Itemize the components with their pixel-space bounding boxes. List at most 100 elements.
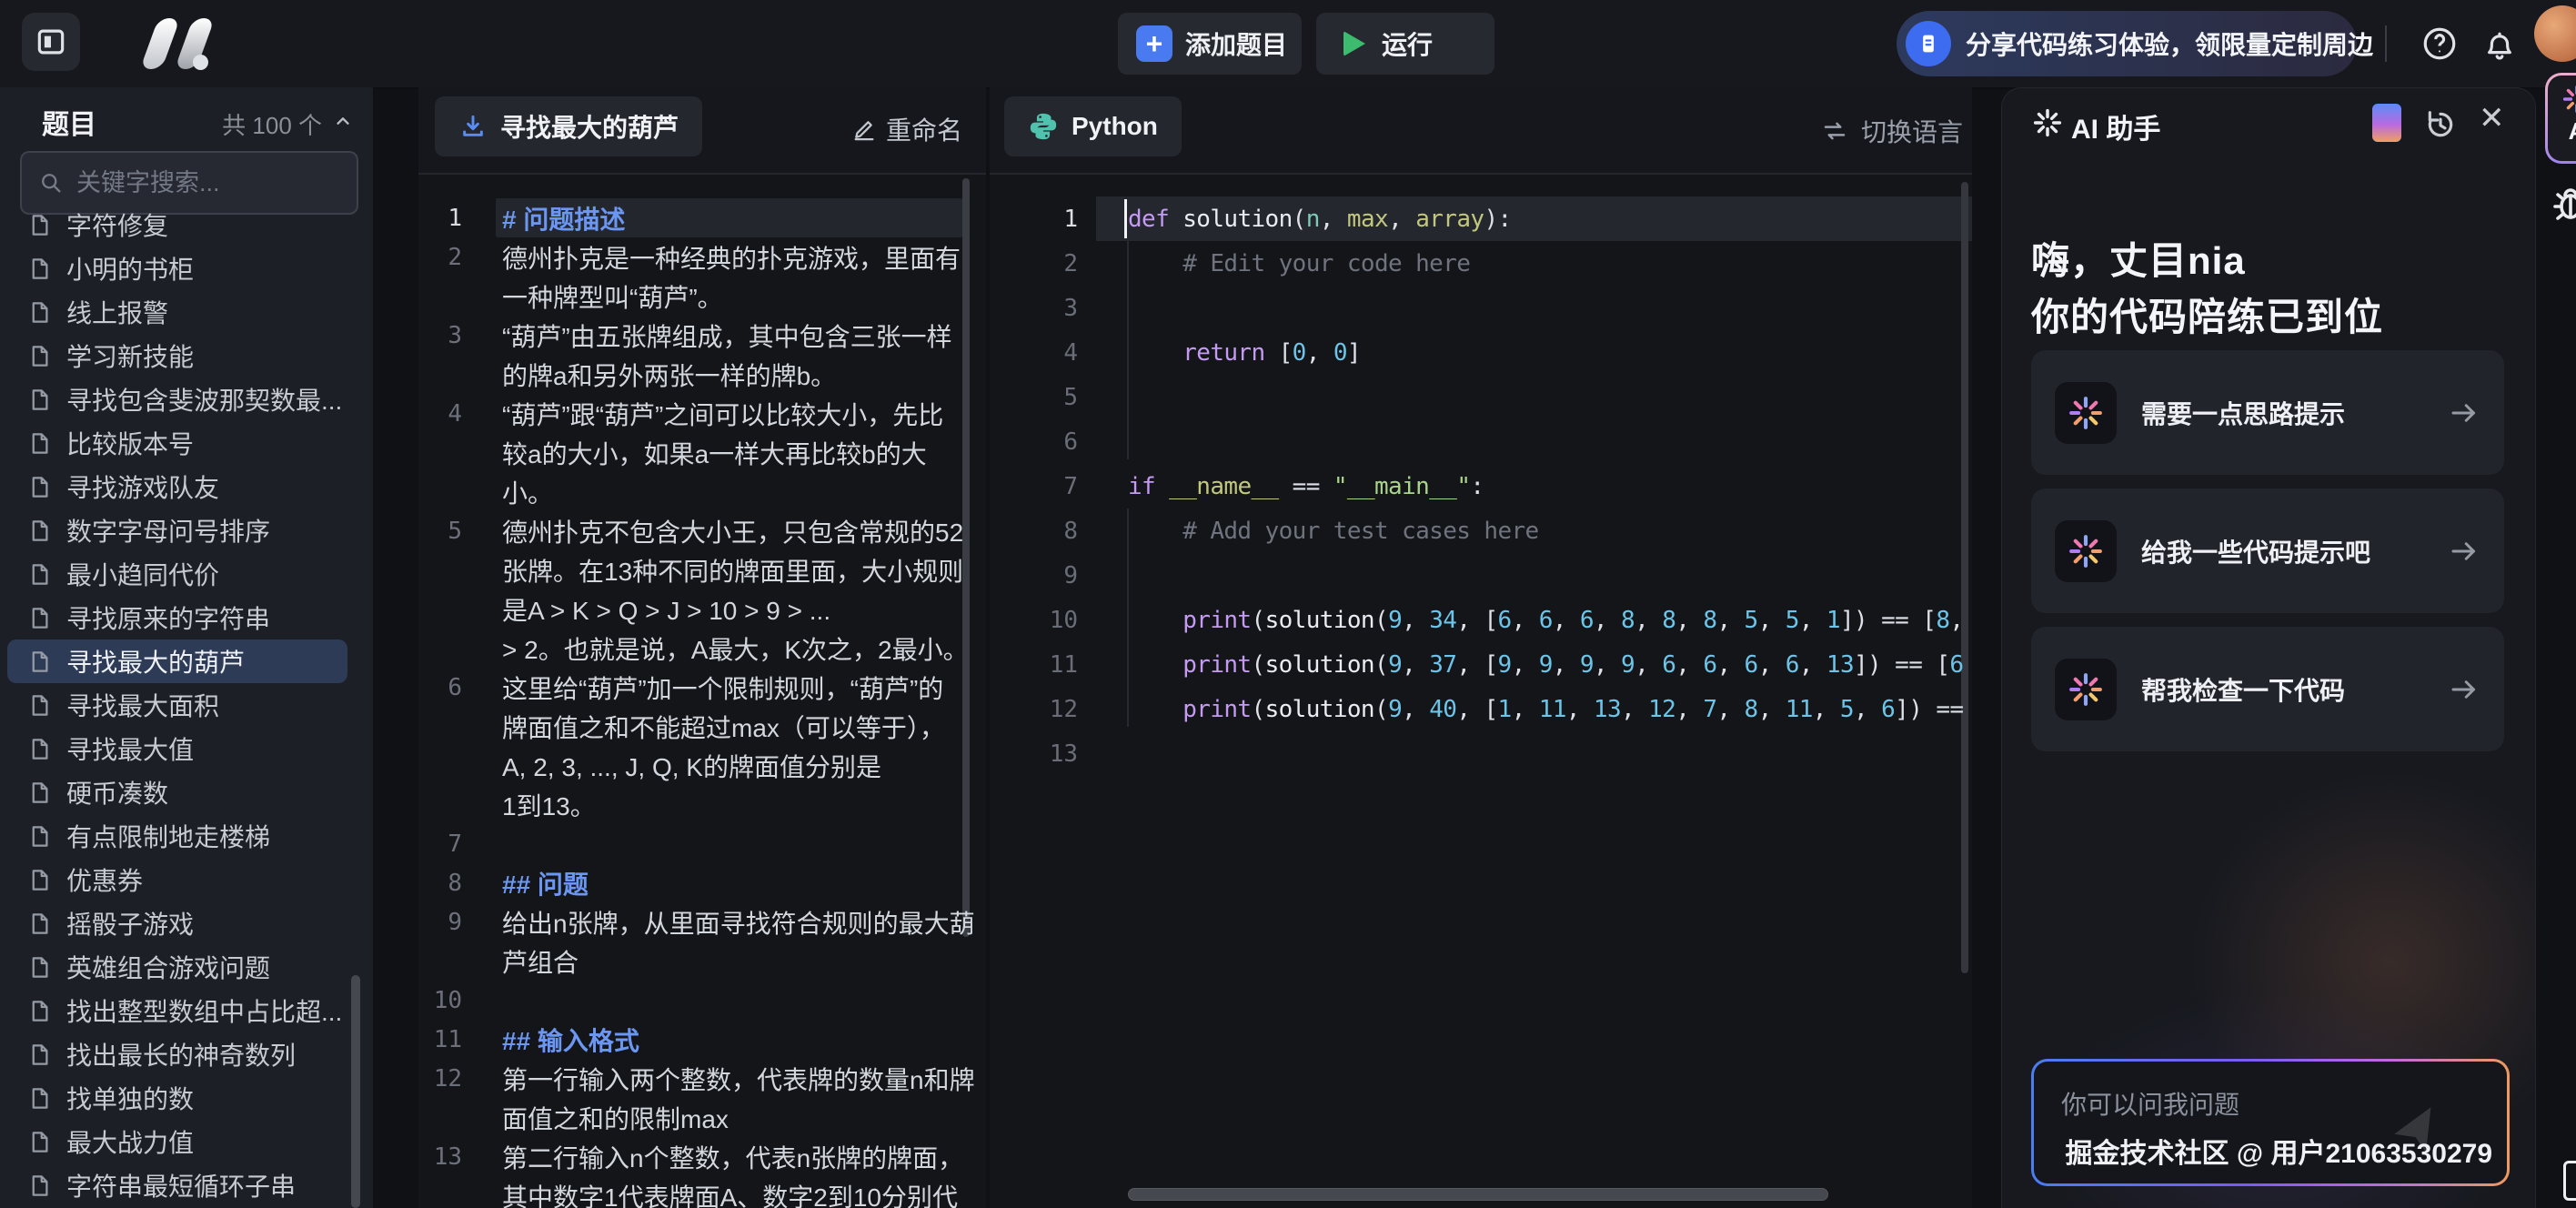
sidebar-item[interactable]: 最小趋同代价 — [7, 552, 347, 596]
language-tab[interactable]: Python — [1004, 96, 1182, 156]
question-tab-title: 寻找最大的葫芦 — [500, 108, 679, 145]
sidebar-item[interactable]: 硬币凑数 — [7, 770, 347, 814]
sidebar-item[interactable]: 数字字母问号排序 — [7, 508, 347, 552]
question-line: 小。 — [418, 472, 986, 511]
collapse-chevron-up-icon[interactable] — [331, 109, 355, 133]
question-editor[interactable]: 1# 问题描述2德州扑克是一种经典的扑克游戏，里面有一种牌型叫“葫芦”。3“葫芦… — [418, 175, 986, 1208]
swap-arrows-icon — [1821, 117, 1848, 145]
sidebar-item[interactable]: 字符串最短循环子串 — [7, 1163, 347, 1207]
ai-suggestion-card[interactable]: 需要一点思路提示 — [2031, 350, 2504, 475]
add-question-button[interactable]: + 添加题目 — [1118, 13, 1302, 75]
line-number: 9 — [990, 562, 1078, 589]
sidebar-toggle-button[interactable] — [22, 13, 80, 71]
doc-icon — [27, 1086, 52, 1111]
run-button[interactable]: 运行 — [1316, 13, 1494, 75]
line-number: 9 — [418, 909, 462, 936]
line-number: 10 — [418, 987, 462, 1014]
question-tab[interactable]: 寻找最大的葫芦 — [435, 96, 702, 156]
code-line: 12 print(solution(9, 40, [1, 11, 13, 12,… — [990, 687, 1972, 731]
question-text: 牌面值之和不能超过max（可以等于）， — [502, 709, 945, 745]
close-icon[interactable]: ✕ — [2479, 103, 2505, 134]
help-button[interactable] — [2416, 20, 2463, 67]
line-number: 4 — [990, 339, 1078, 367]
code-editor[interactable]: 1def solution(n, max, array):2 # Edit yo… — [990, 175, 1972, 1208]
app-logo[interactable] — [136, 16, 236, 73]
code-line: 7if __name__ == "__main__": — [990, 464, 1972, 508]
rename-label: 重命名 — [886, 111, 962, 147]
sidebar-item[interactable]: 找单独的数 — [7, 1076, 347, 1120]
question-scrollbar[interactable] — [962, 178, 970, 937]
line-number: 6 — [418, 674, 462, 701]
add-question-label: 添加题目 — [1185, 25, 1287, 62]
promo-banner[interactable]: 分享代码练习体验，领限量定制周边 — [1897, 11, 2357, 76]
code-text: # Add your test cases here — [1128, 518, 1539, 545]
sidebar-item-label: 摇骰子游戏 — [66, 905, 194, 941]
notifications-button[interactable] — [2476, 20, 2523, 67]
line-number: 8 — [418, 870, 462, 897]
code-line: 4 return [0, 0] — [990, 330, 1972, 375]
sidebar-item[interactable]: 寻找包含斐波那契数最... — [7, 378, 347, 421]
sidebar-item-label: 学习新技能 — [66, 337, 194, 374]
sidebar-item[interactable]: 有点限制地走楼梯 — [7, 814, 347, 858]
sidebar-item[interactable]: 字符修复 — [7, 203, 347, 247]
sidebar-scrollbar[interactable] — [351, 975, 360, 1208]
question-text: 德州扑克不包含大小王，只包含常规的52 — [502, 513, 963, 549]
sidebar-item[interactable]: 比较版本号 — [7, 421, 347, 465]
sidebar-item[interactable]: 优惠券 — [7, 858, 347, 901]
avatar[interactable] — [2534, 5, 2576, 62]
ai-suggestion-label: 需要一点思路提示 — [2141, 395, 2345, 431]
sidebar-item[interactable]: 寻找游戏队友 — [7, 465, 347, 508]
sidebar-item[interactable]: 线上报警 — [7, 290, 347, 334]
history-button[interactable] — [2422, 106, 2459, 143]
ai-suggestion-card[interactable]: 给我一些代码提示吧 — [2031, 488, 2504, 613]
theme-gradient-swatch[interactable] — [2372, 104, 2401, 142]
sidebar-item[interactable]: 找出最长的神奇数列 — [7, 1032, 347, 1076]
sidebar-item[interactable]: 小明的书柜 — [7, 247, 347, 290]
doc-icon — [27, 693, 52, 718]
ai-floating-button[interactable]: A — [2545, 73, 2576, 164]
rename-button[interactable]: 重命名 — [851, 111, 962, 147]
question-text: “葫芦”跟“葫芦”之间可以比较大小，先比 — [502, 396, 943, 432]
sidebar-item[interactable]: 最大战力值 — [7, 1120, 347, 1163]
line-number: 12 — [418, 1065, 462, 1092]
code-rows: 1def solution(n, max, array):2 # Edit yo… — [990, 196, 1972, 776]
doc-icon — [27, 824, 52, 849]
ai-suggestion-card[interactable]: 帮我检查一下代码 — [2031, 627, 2504, 751]
community-watermark: 掘金技术社区 @ 用户21063530279 — [2066, 1131, 2492, 1171]
code-horizontal-scrollbar[interactable] — [1128, 1188, 1828, 1201]
search-icon — [38, 170, 64, 196]
code-text: print(solution(9, 34, [6, 6, 6, 8, 8, 8,… — [1128, 607, 1963, 634]
bug-icon — [2549, 182, 2576, 226]
question-text: 1到13。 — [502, 787, 596, 823]
question-line: 牌面值之和不能超过max（可以等于）， — [418, 707, 986, 746]
logo-bar-1 — [140, 18, 180, 69]
sidebar-item-label: 寻找最大的葫芦 — [66, 643, 245, 680]
switch-language-button[interactable]: 切换语言 — [1821, 113, 1963, 149]
search-input[interactable] — [75, 168, 333, 198]
panel-toggle-icon — [34, 25, 68, 59]
ai-input[interactable]: 你可以问我问题 掘金技术社区 @ 用户21063530279 — [2034, 1062, 2507, 1183]
code-vertical-scrollbar[interactable] — [1961, 182, 1968, 973]
sidebar-item[interactable]: 找出整型数组中占比超... — [7, 989, 347, 1032]
bug-report-button[interactable] — [2549, 182, 2576, 226]
doc-icon — [27, 562, 52, 587]
code-line: 2 # Edit your code here — [990, 241, 1972, 286]
question-text: 一种牌型叫“葫芦”。 — [502, 278, 723, 315]
sidebar-item-label: 比较版本号 — [66, 425, 194, 461]
sidebar-item[interactable]: 寻找原来的字符串 — [7, 596, 347, 639]
sidebar-item[interactable]: 寻找最大的葫芦 — [7, 639, 347, 683]
clipped-floating-button[interactable] — [2563, 1161, 2576, 1201]
banner-text: 分享代码练习体验，领限量定制周边 — [1966, 25, 2373, 62]
question-line: 10 — [418, 981, 986, 1020]
banner-doc-icon — [1906, 21, 1951, 66]
sidebar-item-label: 寻找最大值 — [66, 730, 194, 767]
sidebar-item[interactable]: 寻找最大面积 — [7, 683, 347, 727]
sidebar-item[interactable]: 寻找最大值 — [7, 727, 347, 770]
sidebar-item[interactable]: 学习新技能 — [7, 334, 347, 378]
sidebar-item[interactable]: 摇骰子游戏 — [7, 901, 347, 945]
sidebar-item[interactable]: 英雄组合游戏问题 — [7, 945, 347, 989]
code-line: 11 print(solution(9, 37, [9, 9, 9, 9, 6,… — [990, 642, 1972, 687]
line-number: 5 — [418, 518, 462, 545]
question-line: 的牌a和另外两张一样的牌b。 — [418, 355, 986, 394]
question-line: 8## 问题 — [418, 863, 986, 902]
